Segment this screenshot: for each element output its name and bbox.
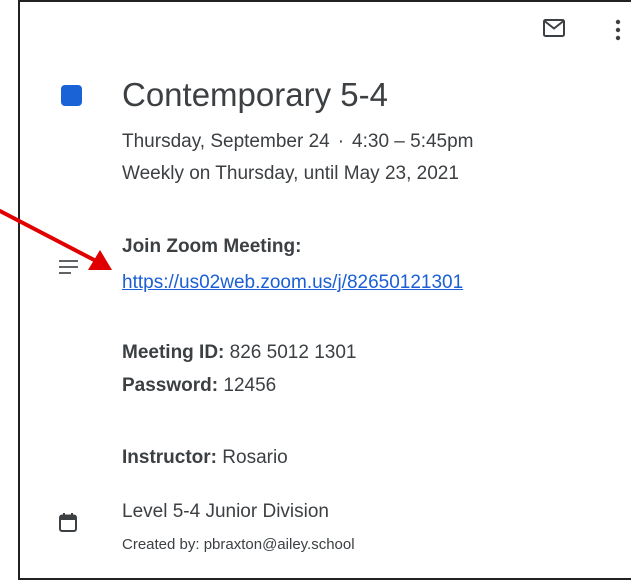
password-row: Password: 12456 — [122, 375, 276, 397]
datetime-separator: · — [337, 131, 345, 152]
meeting-id-value: 826 5012 1301 — [229, 342, 357, 363]
instructor-row: Instructor: Rosario — [122, 447, 288, 469]
zoom-link-row: https://us02web.zoom.us/j/82650121301 — [122, 272, 463, 294]
join-zoom-label: Join Zoom Meeting: — [122, 236, 302, 257]
meeting-id-row: Meeting ID: 826 5012 1301 — [122, 342, 356, 364]
calendar-creator: Created by: pbraxton@ailey.school — [122, 536, 355, 553]
meeting-id-label: Meeting ID: — [122, 342, 225, 363]
calendar-icon — [59, 513, 77, 532]
password-label: Password: — [122, 375, 219, 396]
more-vert-icon[interactable] — [613, 18, 623, 42]
event-time: 4:30 – 5:45pm — [352, 131, 474, 152]
instructor-value: Rosario — [222, 447, 288, 468]
event-title: Contemporary 5-4 — [122, 76, 388, 113]
event-recurrence: Weekly on Thursday, until May 23, 2021 — [122, 163, 459, 184]
calendar-name: Level 5-4 Junior Division — [122, 501, 329, 522]
zoom-meeting-link[interactable]: https://us02web.zoom.us/j/82650121301 — [122, 272, 463, 293]
email-icon[interactable] — [543, 19, 565, 37]
instructor-label: Instructor: — [122, 447, 217, 468]
event-date: Thursday, September 24 — [122, 131, 330, 152]
event-datetime: Thursday, September 24 · 4:30 – 5:45pm — [122, 131, 474, 153]
notes-icon — [59, 260, 78, 274]
password-value: 12456 — [223, 375, 277, 396]
event-color-indicator — [61, 85, 82, 106]
